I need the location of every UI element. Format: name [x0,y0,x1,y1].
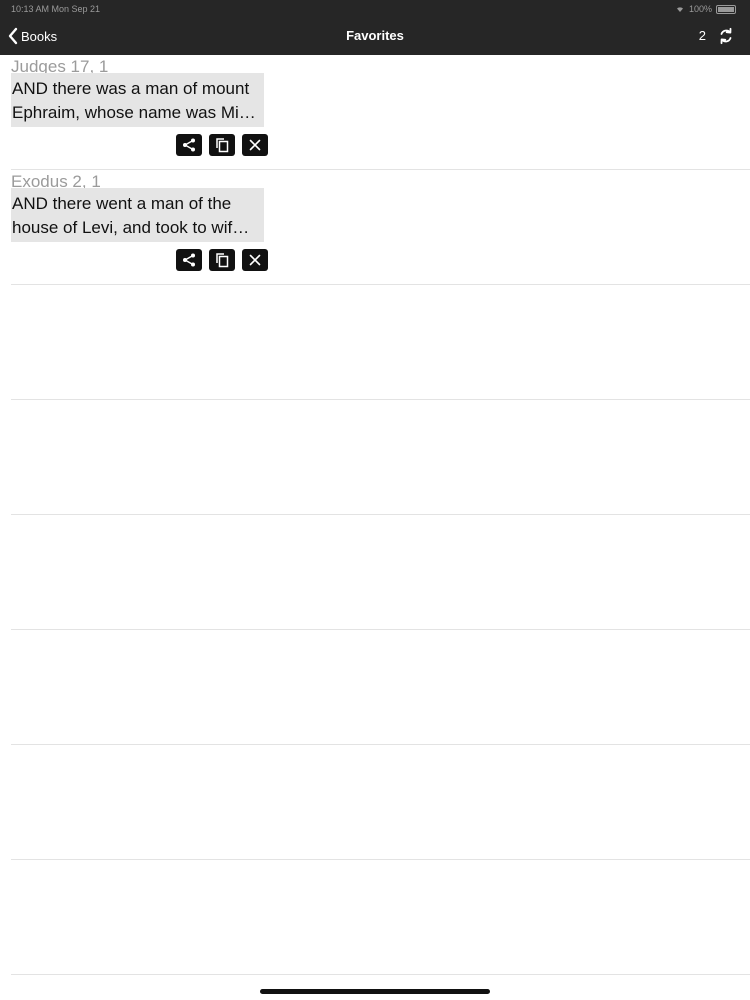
close-icon [249,139,261,151]
wifi-icon [676,7,683,12]
share-button[interactable] [176,134,202,156]
nav-row: Books Favorites 2 [0,24,750,48]
verse-text-line: AND there was a man of mount [12,79,250,98]
copy-button[interactable] [209,134,235,156]
empty-row [11,400,750,515]
verse-text-line: AND there went a man of the [12,194,232,213]
verse-text-line: house of Levi, and took to wif… [12,218,250,237]
favorites-count: 2 [698,28,706,43]
copy-icon [216,138,229,153]
refresh-icon [720,27,732,45]
status-bar: 10:13 AM Mon Sep 21 100% [0,0,750,18]
page-title: Favorites [346,28,404,43]
share-icon [183,253,195,267]
verse-actions [176,249,268,271]
battery-percent: 100% [688,4,712,14]
home-indicator[interactable] [260,989,490,994]
share-button[interactable] [176,249,202,271]
empty-row [11,745,750,860]
share-icon [183,138,195,152]
favorite-cell[interactable]: Exodus 2, 1 AND there went a man of the … [11,170,750,285]
favorite-cell[interactable]: Judges 17, 1 AND there was a man of moun… [11,55,750,170]
verse-text[interactable]: AND there was a man of mount Ephraim, wh… [11,73,264,127]
status-time: 10:13 AM Mon Sep 21 [11,4,101,14]
empty-row [11,515,750,630]
verse-actions [176,134,268,156]
empty-row [11,285,750,400]
empty-row [11,860,750,975]
empty-row [11,630,750,745]
status-right: 100% [675,4,736,14]
refresh-button[interactable] [716,26,736,46]
copy-button[interactable] [209,249,235,271]
verse-text[interactable]: AND there went a man of the house of Lev… [11,188,264,242]
close-icon [249,254,261,266]
battery-icon [716,4,736,14]
remove-button[interactable] [242,249,268,271]
copy-icon [216,253,229,268]
navigation-bar: 10:13 AM Mon Sep 21 100% Books Favorites… [0,0,750,55]
remove-button[interactable] [242,134,268,156]
verse-text-line: Ephraim, whose name was Mi… [12,103,256,122]
favorites-list: Judges 17, 1 AND there was a man of moun… [0,55,750,975]
